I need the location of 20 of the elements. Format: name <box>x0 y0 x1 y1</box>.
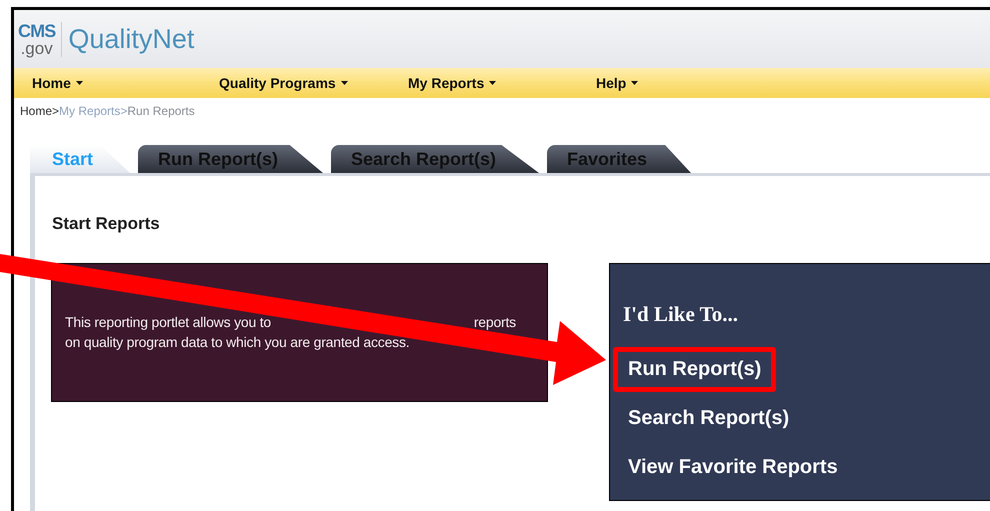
caret-icon <box>631 81 638 85</box>
breadcrumb-link[interactable]: Home> <box>20 102 60 118</box>
caret-icon <box>489 81 496 85</box>
nav-menu-item[interactable]: Quality Programs <box>219 72 348 94</box>
description-text: reports <box>474 313 516 332</box>
logo-text: .gov <box>20 40 53 56</box>
description-text: This reporting portlet allows you to <box>65 313 272 332</box>
nav-menu-item[interactable]: Help <box>596 72 638 94</box>
nav-menu-item[interactable]: Home <box>32 72 83 94</box>
logo-text: CMS <box>18 22 56 40</box>
action-link[interactable]: View Favorite Reports <box>613 445 853 490</box>
actions-heading: I'd Like To... <box>622 301 738 328</box>
caret-icon <box>340 81 348 85</box>
nav-menu-item[interactable]: My Reports <box>408 72 496 94</box>
action-link[interactable]: Run Report(s) <box>613 347 776 392</box>
action-link[interactable]: Search Report(s) <box>613 396 804 441</box>
section-title: Start Reports <box>52 213 160 235</box>
description-text: on quality program data to which you are granted access. <box>65 333 410 352</box>
caret-icon <box>76 81 83 85</box>
site-name: QualityNet <box>68 22 194 56</box>
